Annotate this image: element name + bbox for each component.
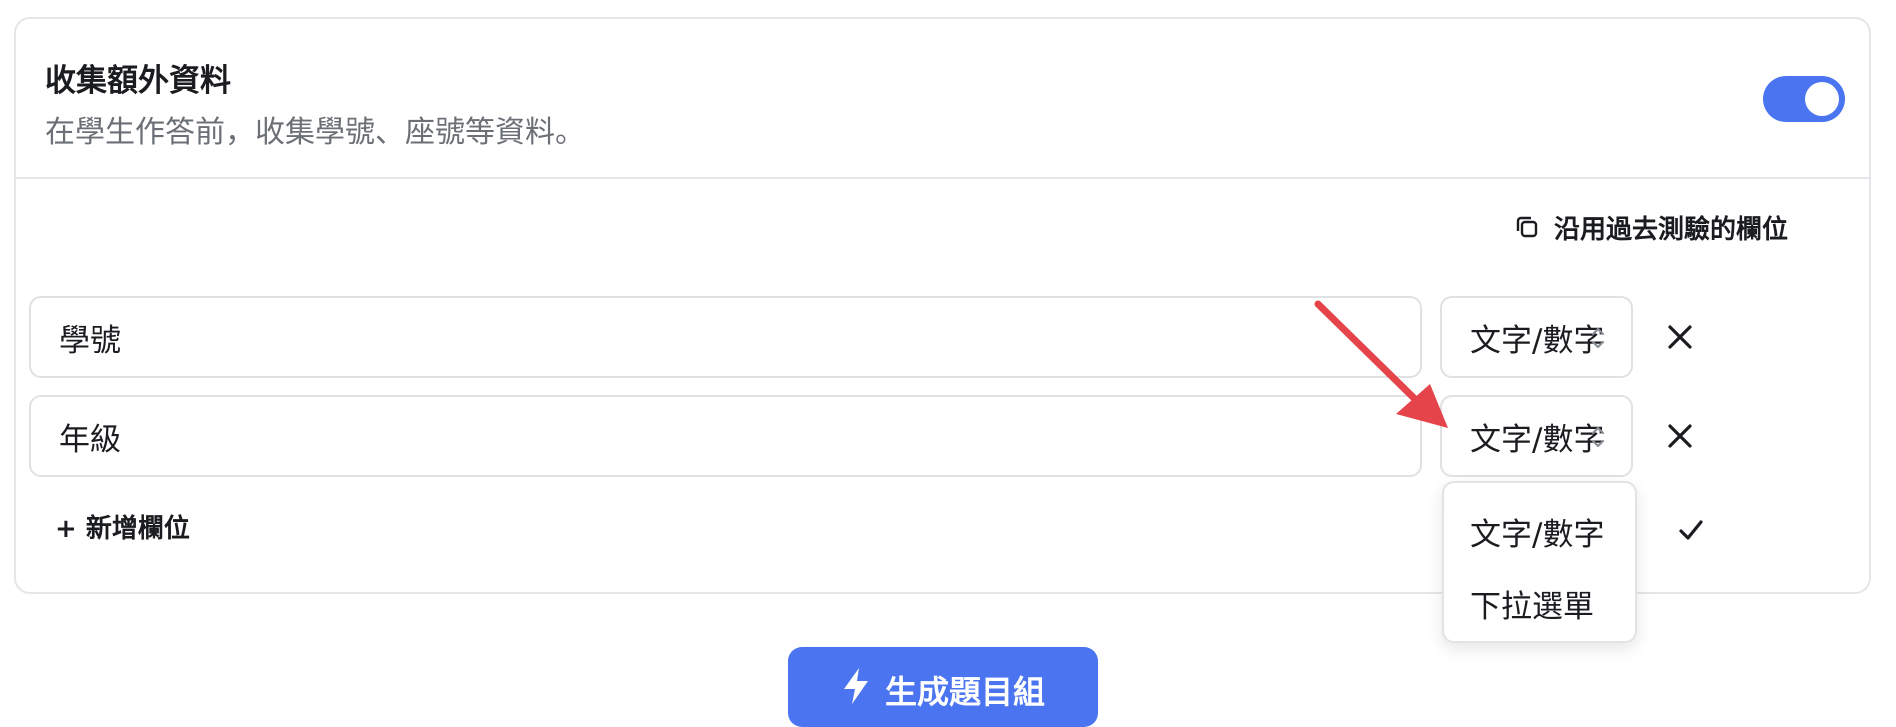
updown-chevron-icon [1591,426,1605,448]
annotation-arrow-icon [1314,300,1448,428]
field-type-value: 文字/數字 [1470,322,1605,359]
field-name-value: 學號 [59,322,121,359]
field-name-input-2[interactable]: 年級 [29,395,1422,477]
dropdown-option-text-number[interactable]: 文字/數字 [1470,509,1604,554]
field-name-value: 年級 [59,421,121,458]
section-description: 在學生作答前，收集學號、座號等資料。 [45,115,585,150]
field-name-input-1[interactable]: 學號 [29,296,1422,378]
close-icon [1668,424,1692,448]
copy-icon [1512,212,1542,242]
add-field-button[interactable]: + 新增欄位 [55,508,190,545]
generate-question-set-button[interactable]: 生成題目組 [788,647,1098,727]
dropdown-option-select-list[interactable]: 下拉選單 [1470,581,1594,626]
generate-button-label: 生成題目組 [884,673,1045,711]
close-icon [1668,325,1692,349]
reuse-past-fields-label: 沿用過去測驗的欄位 [1554,214,1789,245]
check-icon [1679,520,1703,540]
collect-extra-info-toggle[interactable] [1763,76,1845,122]
field-type-select-1[interactable]: 文字/數字 [1440,296,1633,378]
remove-field-button-2[interactable] [1660,416,1700,456]
field-type-value: 文字/數字 [1470,421,1605,458]
field-type-dropdown: 文字/數字 下拉選單 [1442,481,1637,643]
remove-field-button-1[interactable] [1660,317,1700,357]
toggle-knob [1805,82,1839,116]
reuse-past-fields-link[interactable]: 沿用過去測驗的欄位 [1512,207,1788,247]
field-type-select-2[interactable]: 文字/數字 [1440,395,1633,477]
bolt-icon [841,667,871,705]
extra-info-header: 收集額外資料 在學生作答前，收集學號、座號等資料。 [16,19,1869,179]
section-title: 收集額外資料 [45,63,231,99]
updown-chevron-icon [1591,327,1605,349]
